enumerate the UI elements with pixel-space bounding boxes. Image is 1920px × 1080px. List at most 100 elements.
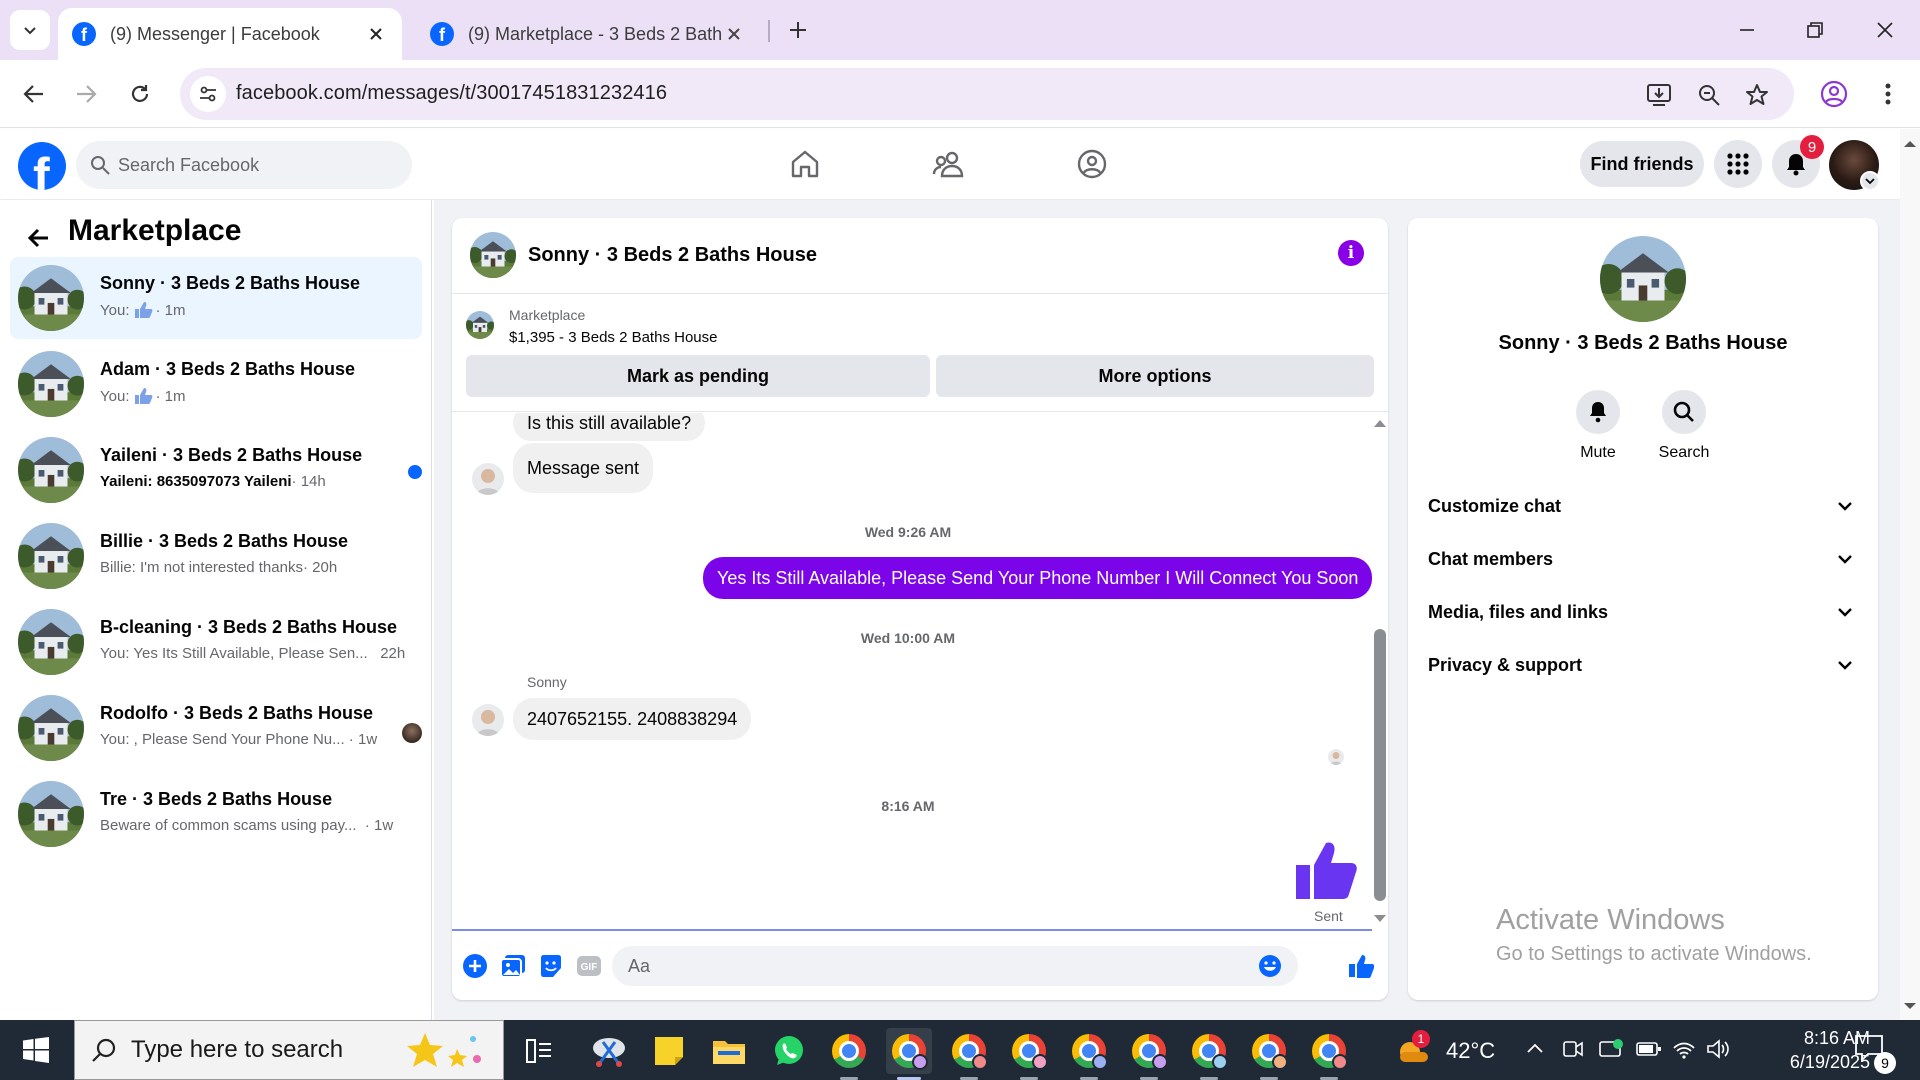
new-tab-button[interactable] [780, 12, 816, 48]
taskbar-search-input[interactable] [131, 1021, 431, 1079]
conversation-name: B-cleaning · 3 Beds 2 Baths House [100, 617, 398, 637]
home-icon [791, 150, 819, 178]
start-button[interactable] [10, 1030, 62, 1070]
network-status-icon[interactable] [1598, 1038, 1624, 1060]
wifi-icon[interactable] [1672, 1038, 1696, 1060]
message-input-box[interactable] [612, 946, 1298, 986]
more-options-button[interactable]: More options [936, 355, 1374, 397]
privacy-support-row[interactable]: Privacy & support [1428, 639, 1858, 691]
minimize-button[interactable] [1722, 10, 1772, 50]
search-icon [90, 155, 110, 175]
chat-scrollbar[interactable] [1372, 413, 1388, 929]
customize-chat-row[interactable]: Customize chat [1428, 480, 1858, 532]
chrome-profile-icon[interactable] [1006, 1028, 1052, 1080]
task-view-icon[interactable] [516, 1028, 562, 1074]
volume-icon[interactable] [1706, 1038, 1732, 1060]
search-input[interactable] [118, 141, 398, 189]
photo-icon[interactable] [498, 951, 528, 981]
reload-icon [131, 85, 149, 102]
back-button[interactable] [20, 220, 56, 256]
chrome-profile-icon[interactable] [1246, 1028, 1292, 1080]
mark-as-pending-button[interactable]: Mark as pending [466, 355, 930, 397]
add-icon[interactable] [460, 951, 490, 981]
conversation-item[interactable]: Adam · 3 Beds 2 Baths House You: · 1m [10, 343, 422, 425]
taskbar-search[interactable] [74, 1020, 504, 1080]
whatsapp-icon[interactable] [766, 1028, 812, 1074]
chrome-profile-icon[interactable] [1306, 1028, 1352, 1080]
file-explorer-icon[interactable] [706, 1028, 752, 1074]
tab-marketplace[interactable]: f (9) Marketplace - 3 Beds 2 Bath [416, 8, 760, 60]
chrome-profile-icon[interactable] [1126, 1028, 1172, 1080]
chrome-profile-icon[interactable] [946, 1028, 992, 1080]
groups-nav-button[interactable] [1062, 139, 1122, 189]
conversation-item[interactable]: Billie · 3 Beds 2 Baths House Billie: I'… [10, 515, 422, 597]
chat-thumbnail[interactable] [470, 232, 516, 278]
send-like-icon[interactable] [1346, 951, 1376, 981]
like-thumb-icon [135, 302, 153, 318]
reload-button[interactable] [120, 74, 160, 114]
conversation-item[interactable]: Sonny · 3 Beds 2 Baths House You: · 1m [10, 257, 422, 339]
chrome-profile-icon[interactable] [1186, 1028, 1232, 1080]
facebook-logo[interactable]: f [18, 142, 66, 190]
menu-button[interactable] [1714, 140, 1762, 188]
snipping-tool-icon[interactable] [586, 1028, 632, 1074]
account-chevron-icon[interactable] [1860, 171, 1880, 191]
site-info-button[interactable] [190, 76, 226, 112]
sticky-notes-icon[interactable] [646, 1028, 692, 1074]
page-scrollbar[interactable] [1900, 129, 1920, 1020]
conversation-item[interactable]: B-cleaning · 3 Beds 2 Baths House You: Y… [10, 601, 422, 683]
conversation-time: 22h [367, 645, 406, 662]
temperature[interactable]: 42°C [1446, 1038, 1495, 1064]
chat-title[interactable]: Sonny · 3 Beds 2 Baths House [528, 244, 817, 267]
sticker-icon[interactable] [536, 951, 566, 981]
back-button[interactable] [14, 74, 54, 114]
close-tab-icon[interactable] [364, 22, 388, 46]
search-in-chat-button[interactable]: Search [1644, 390, 1724, 462]
message-input[interactable] [628, 946, 1228, 986]
message-bubble-incoming: Is this still available? [513, 413, 706, 441]
tab-messenger[interactable]: f (9) Messenger | Facebook [58, 8, 402, 60]
system-clock[interactable]: 8:16 AM 6/19/2025 [1740, 1026, 1870, 1074]
mute-label: Mute [1580, 444, 1616, 461]
home-nav-button[interactable] [775, 139, 835, 189]
listing-price[interactable]: $1,395 - 3 Beds 2 Baths House [509, 329, 717, 346]
page-title: Marketplace [68, 214, 242, 247]
profile-icon[interactable] [1816, 76, 1852, 112]
facebook-header: f Find friends 9 [0, 129, 1900, 199]
chrome-profile-icon[interactable] [886, 1028, 932, 1080]
conversation-item[interactable]: Rodolfo · 3 Beds 2 Baths House You: , Pl… [10, 687, 422, 769]
media-files-links-row[interactable]: Media, files and links [1428, 586, 1858, 638]
row-label: Media, files and links [1428, 601, 1609, 622]
address-bar[interactable]: facebook.com/messages/t/3001745183123241… [180, 68, 1794, 120]
chrome-icon[interactable] [826, 1028, 872, 1080]
battery-icon[interactable] [1636, 1040, 1662, 1058]
gif-icon[interactable]: GIF [574, 951, 604, 981]
close-window-button[interactable] [1860, 10, 1910, 50]
info-icon[interactable]: i [1338, 240, 1364, 266]
bookmark-star-icon[interactable] [1742, 80, 1772, 110]
forward-button[interactable] [66, 74, 106, 114]
chrome-profile-icon[interactable] [1066, 1028, 1112, 1080]
close-tab-icon[interactable] [722, 22, 746, 46]
meet-now-icon[interactable] [1562, 1038, 1584, 1060]
tab-search-button[interactable] [10, 10, 50, 50]
zoom-icon[interactable] [1694, 80, 1724, 110]
mute-button[interactable]: Mute [1558, 390, 1638, 462]
scrollbar-thumb[interactable] [1374, 629, 1386, 901]
timestamp: Wed 10:00 AM [860, 630, 956, 646]
install-app-icon[interactable] [1644, 80, 1674, 110]
emoji-icon[interactable] [1258, 954, 1282, 978]
browser-menu-icon[interactable] [1870, 76, 1906, 112]
scroll-down-icon [1374, 915, 1386, 922]
chat-members-row[interactable]: Chat members [1428, 533, 1858, 585]
listing-thumbnail [18, 609, 84, 675]
find-friends-button[interactable]: Find friends [1580, 141, 1704, 187]
chevron-up-icon[interactable] [1526, 1040, 1544, 1058]
facebook-search[interactable] [76, 141, 412, 189]
friends-nav-button[interactable] [918, 139, 978, 189]
facebook-favicon-icon: f [72, 22, 96, 46]
conversation-item[interactable]: Tre · 3 Beds 2 Baths House Beware of com… [10, 773, 422, 855]
restore-button[interactable] [1790, 10, 1840, 50]
conversation-item[interactable]: Yaileni · 3 Beds 2 Baths House Yaileni: … [10, 429, 422, 511]
url-text[interactable]: facebook.com/messages/t/3001745183123241… [236, 82, 667, 105]
